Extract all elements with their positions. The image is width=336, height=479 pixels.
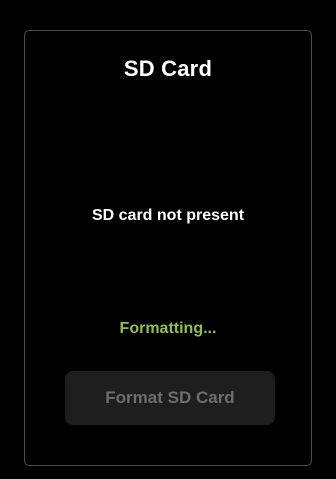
formatting-progress-text: Formatting... [119, 320, 217, 337]
format-sd-card-button[interactable]: Format SD Card [65, 371, 275, 425]
sd-card-status-message: SD card not present [91, 207, 245, 224]
sd-card-panel: SD Card SD card not present Formatting..… [24, 30, 312, 466]
screen: SD Card SD card not present Formatting..… [0, 0, 336, 479]
panel-title: SD Card [123, 56, 213, 81]
